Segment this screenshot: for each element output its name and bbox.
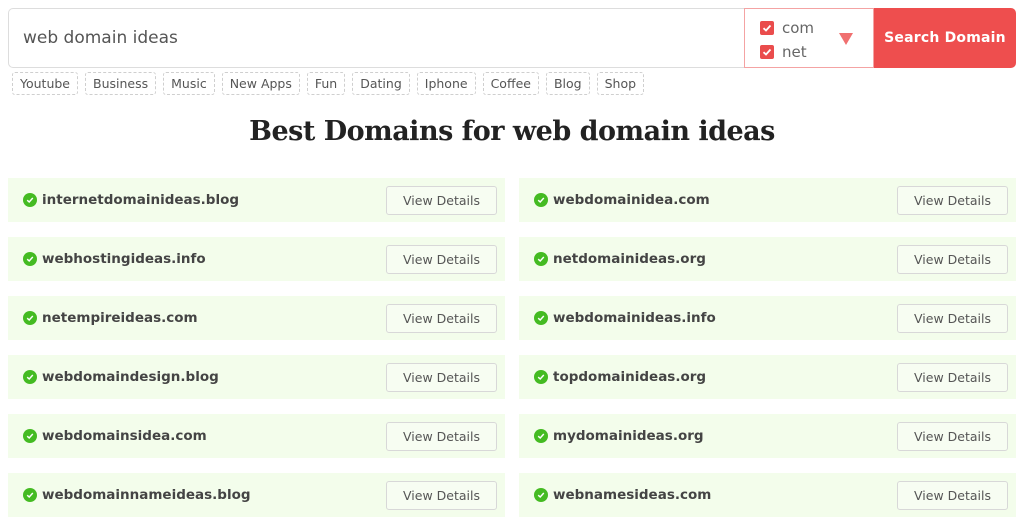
domain-result-card: webdomainidea.com View Details <box>519 178 1016 222</box>
domain-name[interactable]: internetdomainideas.blog <box>42 192 239 208</box>
dropdown-arrow-icon[interactable] <box>839 33 853 45</box>
available-check-icon <box>534 193 548 207</box>
domain-result-card: webdomainnameideas.blog View Details <box>8 473 505 517</box>
available-check-icon <box>23 370 37 384</box>
domain-result-card: webhostingideas.info View Details <box>8 237 505 281</box>
tag-shop[interactable]: Shop <box>596 72 645 95</box>
tag-blog[interactable]: Blog <box>545 72 590 95</box>
tag-dating[interactable]: Dating <box>352 72 410 95</box>
domain-result-card: topdomainideas.org View Details <box>519 355 1016 399</box>
tld-option-net[interactable]: net <box>760 40 873 64</box>
view-details-button[interactable]: View Details <box>897 185 1008 215</box>
view-details-button[interactable]: View Details <box>386 244 497 274</box>
page-title: Best Domains for web domain ideas <box>0 116 1024 147</box>
domain-name[interactable]: webdomainideas.info <box>553 310 716 326</box>
tag-youtube[interactable]: Youtube <box>12 72 78 95</box>
view-details-button[interactable]: View Details <box>897 480 1008 510</box>
view-details-button[interactable]: View Details <box>386 185 497 215</box>
checkbox-checked-icon[interactable] <box>760 21 774 35</box>
available-check-icon <box>534 488 548 502</box>
domain-name[interactable]: webdomainsidea.com <box>42 428 207 444</box>
domain-info: internetdomainideas.blog <box>23 192 239 208</box>
domain-name[interactable]: netempireideas.com <box>42 310 198 326</box>
domain-result-card: webdomainsidea.com View Details <box>8 414 505 458</box>
view-details-button[interactable]: View Details <box>897 244 1008 274</box>
view-details-button[interactable]: View Details <box>897 303 1008 333</box>
tag-coffee[interactable]: Coffee <box>482 72 539 95</box>
view-details-button[interactable]: View Details <box>386 303 497 333</box>
domain-name[interactable]: webdomainidea.com <box>553 192 710 208</box>
domain-name[interactable]: webnamesideas.com <box>553 487 711 503</box>
domain-info: mydomainideas.org <box>534 428 704 444</box>
tag-new-apps[interactable]: New Apps <box>221 72 300 95</box>
domain-results: internetdomainideas.blog View Details we… <box>8 178 1016 517</box>
domain-info: webhostingideas.info <box>23 251 206 267</box>
search-domain-button[interactable]: Search Domain <box>874 8 1016 68</box>
tag-fun[interactable]: Fun <box>306 72 346 95</box>
available-check-icon <box>23 252 37 266</box>
available-check-icon <box>23 488 37 502</box>
domain-info: topdomainideas.org <box>534 369 706 385</box>
tld-label: com <box>782 19 815 37</box>
available-check-icon <box>23 193 37 207</box>
tld-label: net <box>782 43 807 61</box>
available-check-icon <box>534 311 548 325</box>
domain-name[interactable]: mydomainideas.org <box>553 428 704 444</box>
checkbox-checked-icon[interactable] <box>760 45 774 59</box>
tag-business[interactable]: Business <box>85 72 157 95</box>
tld-option-com[interactable]: com <box>760 16 873 40</box>
domain-result-card: netdomainideas.org View Details <box>519 237 1016 281</box>
view-details-button[interactable]: View Details <box>386 480 497 510</box>
domain-info: webdomainidea.com <box>534 192 710 208</box>
suggestion-tags: Youtube Business Music New Apps Fun Dati… <box>12 72 645 95</box>
domain-info: netempireideas.com <box>23 310 198 326</box>
domain-name[interactable]: netdomainideas.org <box>553 251 706 267</box>
domain-name[interactable]: webhostingideas.info <box>42 251 206 267</box>
view-details-button[interactable]: View Details <box>386 421 497 451</box>
domain-result-card: mydomainideas.org View Details <box>519 414 1016 458</box>
tag-music[interactable]: Music <box>163 72 215 95</box>
domain-info: netdomainideas.org <box>534 251 706 267</box>
available-check-icon <box>534 252 548 266</box>
domain-result-card: webnamesideas.com View Details <box>519 473 1016 517</box>
available-check-icon <box>534 370 548 384</box>
available-check-icon <box>23 429 37 443</box>
title-query: web domain ideas <box>512 116 775 147</box>
domain-info: webdomainideas.info <box>534 310 716 326</box>
domain-name[interactable]: webdomaindesign.blog <box>42 369 219 385</box>
domain-info: webnamesideas.com <box>534 487 711 503</box>
domain-info: webdomainnameideas.blog <box>23 487 251 503</box>
search-bar: com net Search Domain <box>8 8 1016 68</box>
title-prefix: Best Domains for <box>249 116 513 147</box>
domain-info: webdomaindesign.blog <box>23 369 219 385</box>
domain-result-card: webdomaindesign.blog View Details <box>8 355 505 399</box>
view-details-button[interactable]: View Details <box>386 362 497 392</box>
tag-iphone[interactable]: Iphone <box>416 72 476 95</box>
domain-info: webdomainsidea.com <box>23 428 207 444</box>
available-check-icon <box>534 429 548 443</box>
tld-selector[interactable]: com net <box>744 8 874 68</box>
domain-name[interactable]: topdomainideas.org <box>553 369 706 385</box>
view-details-button[interactable]: View Details <box>897 362 1008 392</box>
domain-name[interactable]: webdomainnameideas.blog <box>42 487 251 503</box>
available-check-icon <box>23 311 37 325</box>
view-details-button[interactable]: View Details <box>897 421 1008 451</box>
domain-result-card: internetdomainideas.blog View Details <box>8 178 505 222</box>
domain-result-card: webdomainideas.info View Details <box>519 296 1016 340</box>
search-input[interactable] <box>8 8 744 68</box>
domain-result-card: netempireideas.com View Details <box>8 296 505 340</box>
